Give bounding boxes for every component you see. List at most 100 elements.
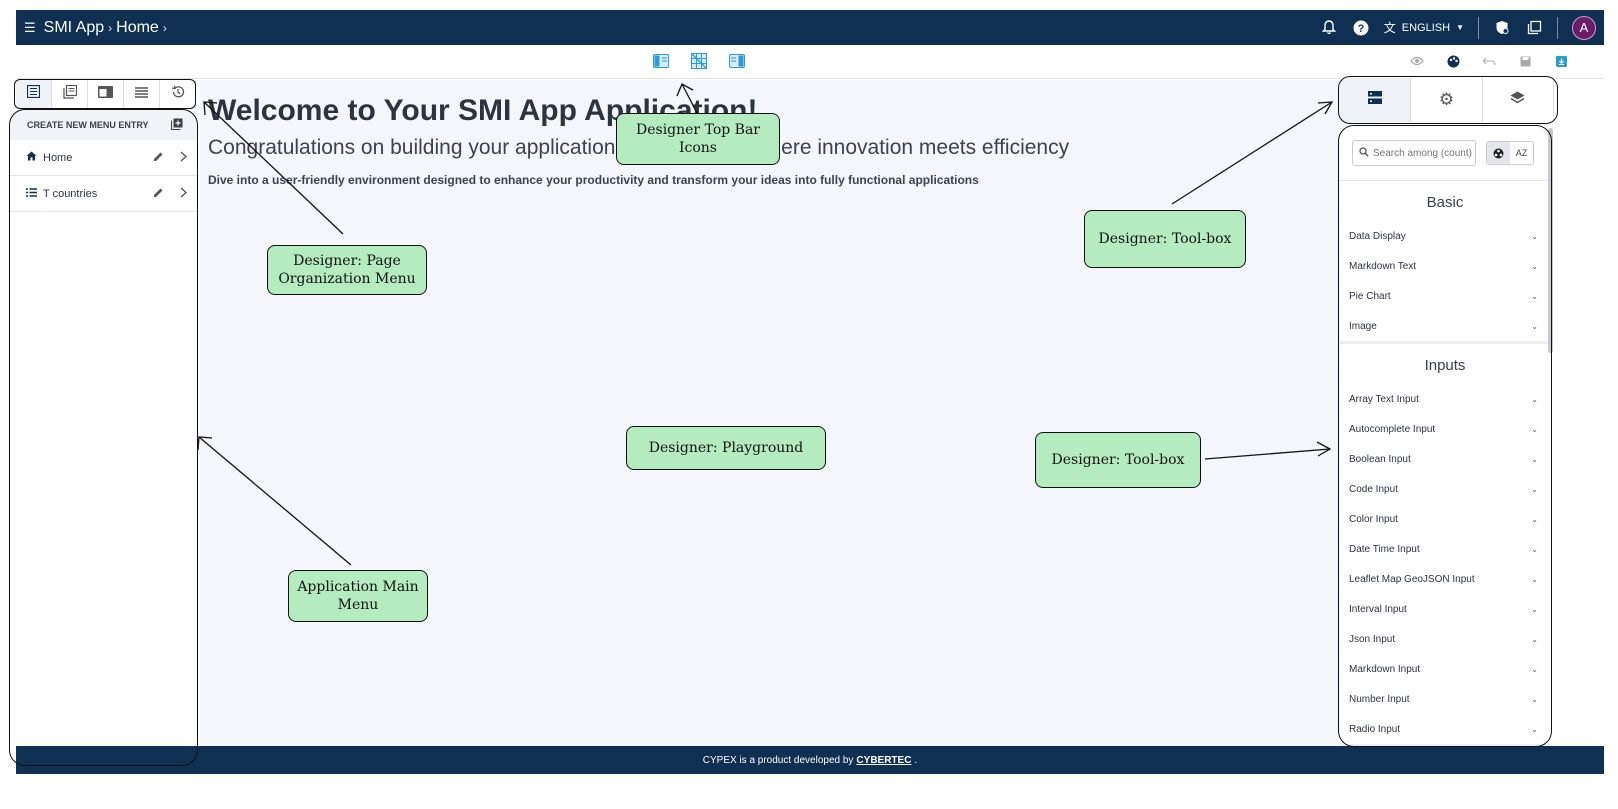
search-icon	[1359, 146, 1369, 160]
toolbox-item[interactable]: Data Display ⌄	[1340, 221, 1550, 251]
alphabetical-sort-button[interactable]: AZ	[1510, 142, 1533, 164]
toolbox-item[interactable]: Array Text Input ⌄	[1340, 384, 1550, 414]
toolbox-item-label: Number Input	[1349, 693, 1410, 705]
chevron-down-icon[interactable]: ⌄	[1531, 292, 1538, 301]
chevron-down-icon[interactable]: ⌄	[1531, 605, 1538, 614]
toolbox-scrollbar[interactable]	[1548, 128, 1553, 353]
bell-icon[interactable]	[1320, 19, 1338, 37]
tab-list[interactable]	[124, 80, 160, 108]
toolbox-search-row: AZ	[1340, 126, 1550, 181]
section-title: Inputs	[1424, 357, 1466, 374]
annotation-playground: Designer: Playground	[626, 426, 826, 470]
chevron-down-icon[interactable]: ⌄	[1531, 725, 1538, 734]
toolbox-item-label: Array Text Input	[1349, 393, 1419, 405]
breadcrumb-page[interactable]: Home	[116, 19, 159, 37]
menu-table-icon	[26, 84, 41, 103]
toolbox-item-label: Markdown Input	[1349, 663, 1421, 675]
chevron-down-icon[interactable]: ⌄	[1531, 395, 1538, 404]
toolbox-item[interactable]: Radio Input ⌄	[1340, 714, 1550, 744]
palette-icon[interactable]	[1446, 54, 1460, 68]
toolbox-item[interactable]: Leaflet Map GeoJSON Input ⌄	[1340, 564, 1550, 594]
menu-item-label: Home	[43, 151, 73, 164]
chevron-down-icon[interactable]: ⌄	[1531, 695, 1538, 704]
toolbox-item[interactable]: Markdown Input ⌄	[1340, 654, 1550, 684]
preview-eye-icon[interactable]	[1410, 54, 1424, 68]
undo-icon[interactable]	[1482, 54, 1496, 68]
toolbox-search[interactable]	[1352, 140, 1476, 166]
chevron-down-icon[interactable]: ⌄	[1531, 575, 1538, 584]
tab-history[interactable]	[160, 80, 196, 108]
annotation-top-bar-icons: Designer Top Bar Icons	[616, 113, 780, 165]
chevron-right-icon[interactable]	[180, 187, 187, 201]
category-sort-icon[interactable]	[1487, 142, 1510, 164]
toolbox-item[interactable]: Number Input ⌄	[1340, 684, 1550, 714]
library-icon	[62, 84, 77, 104]
toolbox-item-label: Json Input	[1349, 633, 1396, 645]
open-in-window-icon[interactable]	[1525, 19, 1543, 37]
chevron-down-icon[interactable]: ⌄	[1531, 455, 1538, 464]
chevron-down-icon[interactable]: ⌄	[1531, 232, 1538, 241]
toolbox-item-label: Image	[1349, 320, 1377, 332]
toolbox-item[interactable]: Date Time Input ⌄	[1340, 534, 1550, 564]
right-panel-toggle-icon[interactable]	[728, 52, 746, 70]
chevron-right-icon[interactable]	[180, 151, 187, 165]
toolbox-item-label: Markdown Text	[1349, 260, 1417, 272]
save-icon[interactable]	[1518, 54, 1532, 68]
left-panel-toggle-icon[interactable]	[652, 52, 670, 70]
chevron-down-icon[interactable]: ⌄	[1531, 425, 1538, 434]
chevron-down-icon[interactable]: ⌄	[1531, 322, 1538, 331]
list-lines-icon	[135, 85, 148, 103]
chevron-right-icon: ›	[162, 20, 167, 35]
toolbox-item[interactable]: Color Input ⌄	[1340, 504, 1550, 534]
footer-link-cybertec[interactable]: CYBERTEC	[856, 755, 911, 766]
chevron-down-icon[interactable]: ⌄	[1531, 515, 1538, 524]
search-input[interactable]	[1373, 147, 1473, 159]
shield-settings-icon[interactable]	[1493, 19, 1511, 37]
toolbox-section-basic: Basic Data Display ⌄ Markdown Text ⌄ Pie Cha…	[1340, 181, 1550, 344]
add-entry-icon[interactable]	[171, 118, 183, 132]
chevron-down-icon[interactable]: ⌄	[1531, 635, 1538, 644]
language-selector[interactable]: 文 ENGLISH ▼	[1384, 19, 1464, 36]
chevron-down-icon[interactable]: ⌄	[1531, 545, 1538, 554]
toolbox-sort-toggle: AZ	[1486, 141, 1534, 165]
svg-text:?: ?	[1357, 23, 1364, 35]
annotation-page-org-menu: Designer: Page Organization Menu	[267, 245, 427, 295]
chevron-down-icon[interactable]: ⌄	[1531, 262, 1538, 271]
toolbox-item[interactable]: Pie Chart ⌄	[1340, 281, 1550, 311]
tab-menu-entries[interactable]	[16, 80, 52, 108]
help-icon[interactable]: ?	[1352, 19, 1370, 37]
toolbox-item-label: Pie Chart	[1349, 290, 1391, 302]
designer-playground[interactable]: Welcome to Your SMI App Application! Con…	[200, 80, 1380, 765]
menu-item-home[interactable]: Home	[10, 140, 197, 176]
toolbox-item[interactable]: Markdown Text ⌄	[1340, 251, 1550, 281]
footer: CYPEX is a product developed by CYBERTEC…	[16, 746, 1604, 774]
app-bar: ☰ SMI App › Home › ? 文 ENGLISH ▼ A	[16, 10, 1604, 45]
tab-layers[interactable]	[1483, 78, 1554, 122]
toolbox-item[interactable]: Interval Input ⌄	[1340, 594, 1550, 624]
avatar[interactable]: A	[1572, 15, 1596, 40]
grid-toggle-icon[interactable]	[690, 52, 708, 70]
tab-settings[interactable]: ⚙	[1411, 78, 1483, 122]
chevron-down-icon[interactable]: ⌄	[1531, 665, 1538, 674]
chevron-down-icon[interactable]: ⌄	[1531, 485, 1538, 494]
designer-top-bar	[16, 45, 1604, 79]
menu-item-t-countries[interactable]: T countries	[10, 176, 197, 212]
toolbox-item[interactable]: Json Input ⌄	[1340, 624, 1550, 654]
edit-pencil-icon[interactable]	[153, 187, 164, 201]
edit-pencil-icon[interactable]	[153, 151, 164, 165]
menu-item-label: T countries	[43, 187, 98, 200]
hamburger-menu-icon[interactable]: ☰	[24, 20, 36, 36]
toolbox-item[interactable]: Image ⌄	[1340, 311, 1550, 341]
tab-layouts[interactable]	[88, 80, 124, 108]
tab-pages[interactable]	[52, 80, 88, 108]
page-organization-tabs	[16, 80, 196, 108]
toolbox-item[interactable]: Autocomplete Input ⌄	[1340, 414, 1550, 444]
publish-icon[interactable]	[1554, 54, 1568, 68]
toolbox-item[interactable]: Boolean Input ⌄	[1340, 444, 1550, 474]
toolbox-item-label: Data Display	[1349, 230, 1406, 242]
create-menu-entry-label: CREATE NEW MENU ENTRY	[27, 120, 149, 130]
toolbox-item[interactable]: Code Input ⌄	[1340, 474, 1550, 504]
tab-elements[interactable]	[1340, 78, 1412, 122]
create-menu-entry-bar: CREATE NEW MENU ENTRY	[10, 110, 197, 140]
breadcrumb-app[interactable]: SMI App	[44, 19, 104, 37]
